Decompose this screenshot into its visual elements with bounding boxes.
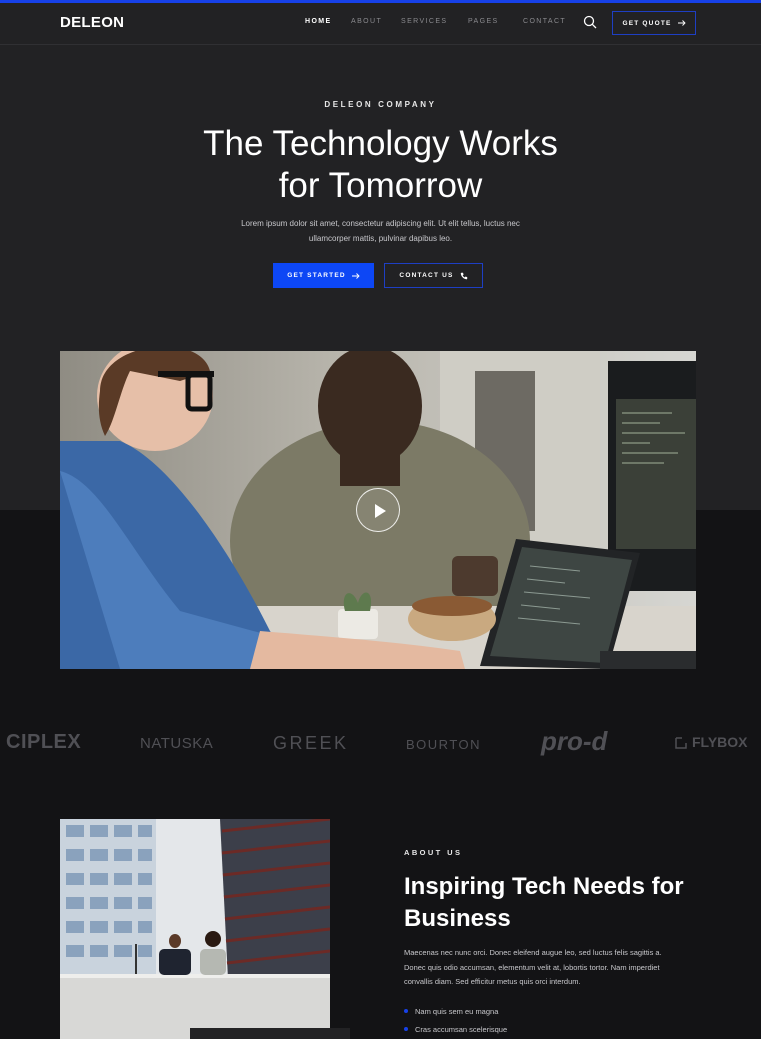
bullet-dot-icon — [404, 1009, 408, 1013]
list-item-text: Nam quis sem eu magna — [415, 1006, 499, 1016]
list-item-text: Cras accumsan scelerisque — [415, 1024, 508, 1034]
nav-item-pages[interactable]: PAGES — [468, 18, 499, 25]
hero-description-line: Lorem ipsum dolor sit amet, consectetur … — [241, 219, 520, 228]
list-item: Nam quis sem eu magna — [404, 1002, 507, 1020]
nav-item-contact[interactable]: CONTACT — [523, 18, 566, 25]
hero-description: Lorem ipsum dolor sit amet, consectetur … — [0, 216, 761, 246]
hero-description-line: ullamcorper mattis, pulvinar dapibus leo… — [308, 234, 453, 243]
nav-item-home[interactable]: HOME — [305, 18, 332, 25]
play-icon — [375, 504, 386, 518]
flybox-logo-icon — [675, 737, 687, 749]
brand-logo-ciplex: CIPLEX — [6, 731, 82, 753]
brand-logo-flybox: FLYBOX — [674, 734, 748, 750]
hero-title: The Technology Works for Tomorrow — [0, 123, 761, 207]
get-quote-button[interactable]: GET QUOTE — [612, 11, 696, 35]
contact-us-label: CONTACT US — [399, 272, 454, 279]
about-image-strip — [190, 1028, 350, 1039]
about-title-line: Business — [404, 905, 511, 932]
arrow-right-icon — [351, 272, 360, 279]
list-item: Cras accumsan scelerisque — [404, 1020, 507, 1038]
brand-logo-flybox-text: FLYBOX — [692, 734, 748, 750]
about-image — [60, 819, 330, 1039]
arrow-right-icon — [677, 20, 686, 26]
about-bullets: Nam quis sem eu magna Cras accumsan scel… — [404, 1002, 507, 1038]
brand-logo-prod: pro-d — [541, 726, 608, 756]
hero-title-line: The Technology Works — [203, 124, 558, 163]
get-quote-label: GET QUOTE — [622, 19, 672, 27]
hero-title-line: for Tomorrow — [278, 166, 483, 205]
about-title-line: Inspiring Tech Needs for — [404, 873, 684, 900]
about-text-line: Maecenas nec nunc orci. Donec eleifend a… — [404, 948, 662, 957]
buildings-photo — [60, 819, 330, 1039]
get-started-button[interactable]: GET STARTED — [273, 263, 374, 288]
bullet-dot-icon — [404, 1027, 408, 1031]
header-divider — [0, 44, 761, 45]
site-logo[interactable]: DELEON — [60, 14, 124, 31]
about-text: Maecenas nec nunc orci. Donec eleifend a… — [404, 946, 704, 990]
brand-logo-greek: GREEK — [273, 733, 349, 753]
phone-icon — [460, 272, 467, 279]
search-icon[interactable] — [583, 15, 597, 29]
nav-item-about[interactable]: ABOUT — [351, 18, 382, 25]
get-started-label: GET STARTED — [287, 272, 346, 279]
hero-eyebrow: DELEON COMPANY — [324, 100, 437, 109]
play-button[interactable] — [356, 488, 400, 532]
contact-us-button[interactable]: CONTACT US — [384, 263, 483, 288]
video-thumbnail[interactable] — [60, 351, 696, 669]
about-text-line: Donec quis odio accumsan, elementum veli… — [404, 962, 660, 972]
about-label: ABOUT US — [404, 848, 463, 857]
about-text-line: convallis diam. Sed efficitur metus quis… — [404, 977, 581, 986]
about-title: Inspiring Tech Needs for Business — [404, 871, 724, 935]
brand-logo-bourton: BOURTON — [406, 737, 482, 752]
brand-logo-natuska: NATUSKA — [140, 735, 214, 752]
nav-item-services[interactable]: SERVICES — [401, 18, 447, 25]
